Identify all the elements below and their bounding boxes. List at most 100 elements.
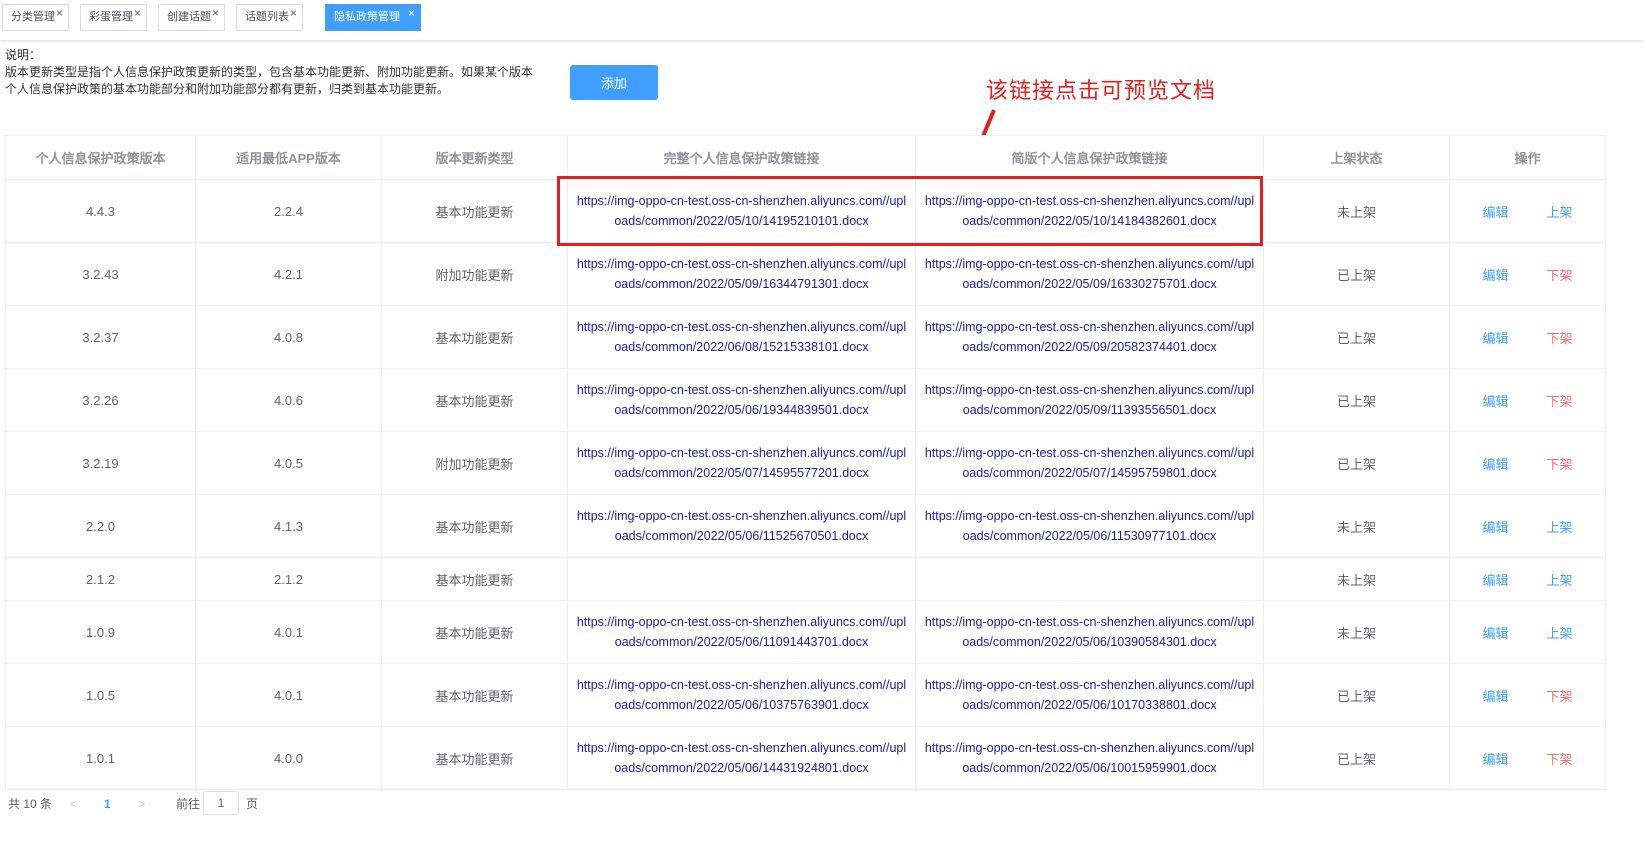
cell-full-link [567,557,916,601]
edit-button[interactable]: 编辑 [1464,517,1528,536]
publish-button[interactable]: 上架 [1528,202,1592,221]
tab-privacy-policy-management[interactable]: 隐私政策管理 × [325,4,421,31]
cell-actions: 编辑 上架 [1449,494,1606,558]
cell-brief-link: https://img-oppo-cn-test.oss-cn-shenzhen… [915,431,1264,495]
cell-status: 未上架 [1263,179,1450,243]
tab-category-management[interactable]: 分类管理 × [2,4,69,31]
table-row: 3.2.43 4.2.1 附加功能更新 https://img-oppo-cn-… [5,242,1606,306]
cell-brief-link: https://img-oppo-cn-test.oss-cn-shenzhen… [915,179,1264,243]
edit-button[interactable]: 编辑 [1464,749,1528,768]
cell-full-link: https://img-oppo-cn-test.oss-cn-shenzhen… [567,494,916,558]
cell-full-link: https://img-oppo-cn-test.oss-cn-shenzhen… [567,726,916,790]
unpublish-button[interactable]: 下架 [1528,454,1592,473]
tab-label: 隐私政策管理 [334,11,400,23]
edit-button[interactable]: 编辑 [1464,454,1528,473]
brief-policy-link[interactable]: https://img-oppo-cn-test.oss-cn-shenzhen… [925,257,1254,291]
publish-button[interactable]: 上架 [1528,517,1592,536]
full-policy-link[interactable]: https://img-oppo-cn-test.oss-cn-shenzhen… [577,257,906,291]
cell-status: 已上架 [1263,305,1450,369]
next-page-icon[interactable]: > [138,793,145,815]
description-line-2: 个人信息保护政策的基本功能部分和附加功能部分都有更新，归类到基本功能更新。 [5,82,450,96]
privacy-policy-table: 个人信息保护政策版本 适用最低APP版本 版本更新类型 完整个人信息保护政策链接… [5,135,1606,790]
edit-button[interactable]: 编辑 [1464,570,1528,589]
close-icon[interactable]: × [212,1,219,26]
header-actions: 操作 [1449,135,1606,180]
header-brief-policy-link: 简版个人信息保护政策链接 [915,135,1264,180]
cell-version: 1.0.9 [5,600,196,664]
cell-brief-link [915,557,1264,601]
unpublish-button[interactable]: 下架 [1528,328,1592,347]
cell-version: 1.0.1 [5,726,196,790]
tab-topic-list[interactable]: 话题列表 × [236,4,303,31]
cell-min-app: 4.0.1 [195,663,382,727]
header-update-type: 版本更新类型 [381,135,568,180]
close-icon[interactable]: × [56,1,63,26]
cell-full-link: https://img-oppo-cn-test.oss-cn-shenzhen… [567,600,916,664]
tab-easter-egg-management[interactable]: 彩蛋管理 × [80,4,147,31]
cell-min-app: 4.0.5 [195,431,382,495]
edit-button[interactable]: 编辑 [1464,202,1528,221]
full-policy-link[interactable]: https://img-oppo-cn-test.oss-cn-shenzhen… [577,615,906,649]
brief-policy-link[interactable]: https://img-oppo-cn-test.oss-cn-shenzhen… [925,509,1254,543]
cell-status: 未上架 [1263,494,1450,558]
tab-label: 分类管理 [11,11,55,23]
edit-button[interactable]: 编辑 [1464,391,1528,410]
full-policy-link[interactable]: https://img-oppo-cn-test.oss-cn-shenzhen… [577,509,906,543]
close-icon[interactable]: × [290,1,297,26]
unpublish-button[interactable]: 下架 [1528,749,1592,768]
edit-button[interactable]: 编辑 [1464,686,1528,705]
table-header-row: 个人信息保护政策版本 适用最低APP版本 版本更新类型 完整个人信息保护政策链接… [5,135,1606,180]
publish-button[interactable]: 上架 [1528,623,1592,642]
add-button[interactable]: 添加 [570,65,658,100]
cell-status: 已上架 [1263,368,1450,432]
cell-status: 已上架 [1263,431,1450,495]
table-row: 3.2.37 4.0.8 基本功能更新 https://img-oppo-cn-… [5,305,1606,369]
unpublish-button[interactable]: 下架 [1528,686,1592,705]
brief-policy-link[interactable]: https://img-oppo-cn-test.oss-cn-shenzhen… [925,446,1254,480]
brief-policy-link[interactable]: https://img-oppo-cn-test.oss-cn-shenzhen… [925,194,1254,228]
cell-version: 3.2.19 [5,431,196,495]
full-policy-link[interactable]: https://img-oppo-cn-test.oss-cn-shenzhen… [577,678,906,712]
cell-status: 已上架 [1263,663,1450,727]
cell-min-app: 4.2.1 [195,242,382,306]
table-row: 3.2.26 4.0.6 基本功能更新 https://img-oppo-cn-… [5,368,1606,432]
full-policy-link[interactable]: https://img-oppo-cn-test.oss-cn-shenzhen… [577,320,906,354]
goto-page-input[interactable] [203,791,239,815]
brief-policy-link[interactable]: https://img-oppo-cn-test.oss-cn-shenzhen… [925,320,1254,354]
edit-button[interactable]: 编辑 [1464,265,1528,284]
cell-actions: 编辑 上架 [1449,179,1606,243]
prev-page-icon[interactable]: < [70,793,77,815]
unpublish-button[interactable]: 下架 [1528,265,1592,284]
brief-policy-link[interactable]: https://img-oppo-cn-test.oss-cn-shenzhen… [925,741,1254,775]
cell-brief-link: https://img-oppo-cn-test.oss-cn-shenzhen… [915,600,1264,664]
cell-update-type: 基本功能更新 [381,557,568,601]
brief-policy-link[interactable]: https://img-oppo-cn-test.oss-cn-shenzhen… [925,383,1254,417]
page-number-current[interactable]: 1 [104,793,111,815]
edit-button[interactable]: 编辑 [1464,623,1528,642]
full-policy-link[interactable]: https://img-oppo-cn-test.oss-cn-shenzhen… [577,446,906,480]
full-policy-link[interactable]: https://img-oppo-cn-test.oss-cn-shenzhen… [577,194,906,228]
publish-button[interactable]: 上架 [1528,570,1592,589]
table-row: 1.0.1 4.0.0 基本功能更新 https://img-oppo-cn-t… [5,726,1606,790]
cell-min-app: 4.1.3 [195,494,382,558]
full-policy-link[interactable]: https://img-oppo-cn-test.oss-cn-shenzhen… [577,383,906,417]
tab-label: 彩蛋管理 [89,11,133,23]
brief-policy-link[interactable]: https://img-oppo-cn-test.oss-cn-shenzhen… [925,678,1254,712]
edit-button[interactable]: 编辑 [1464,328,1528,347]
close-icon[interactable]: × [408,1,415,26]
cell-update-type: 基本功能更新 [381,726,568,790]
close-icon[interactable]: × [134,1,141,26]
tab-create-topic[interactable]: 创建话题 × [158,4,225,31]
cell-full-link: https://img-oppo-cn-test.oss-cn-shenzhen… [567,368,916,432]
unpublish-button[interactable]: 下架 [1528,391,1592,410]
cell-actions: 编辑 下架 [1449,663,1606,727]
tab-label: 话题列表 [245,11,289,23]
cell-actions: 编辑 下架 [1449,368,1606,432]
page-suffix: 页 [246,797,259,811]
full-policy-link[interactable]: https://img-oppo-cn-test.oss-cn-shenzhen… [577,741,906,775]
brief-policy-link[interactable]: https://img-oppo-cn-test.oss-cn-shenzhen… [925,615,1254,649]
cell-brief-link: https://img-oppo-cn-test.oss-cn-shenzhen… [915,368,1264,432]
cell-actions: 编辑 上架 [1449,557,1606,601]
header-policy-version: 个人信息保护政策版本 [5,135,196,180]
description: 说明： 版本更新类型是指个人信息保护政策更新的类型，包含基本功能更新、附加功能更… [5,47,565,98]
